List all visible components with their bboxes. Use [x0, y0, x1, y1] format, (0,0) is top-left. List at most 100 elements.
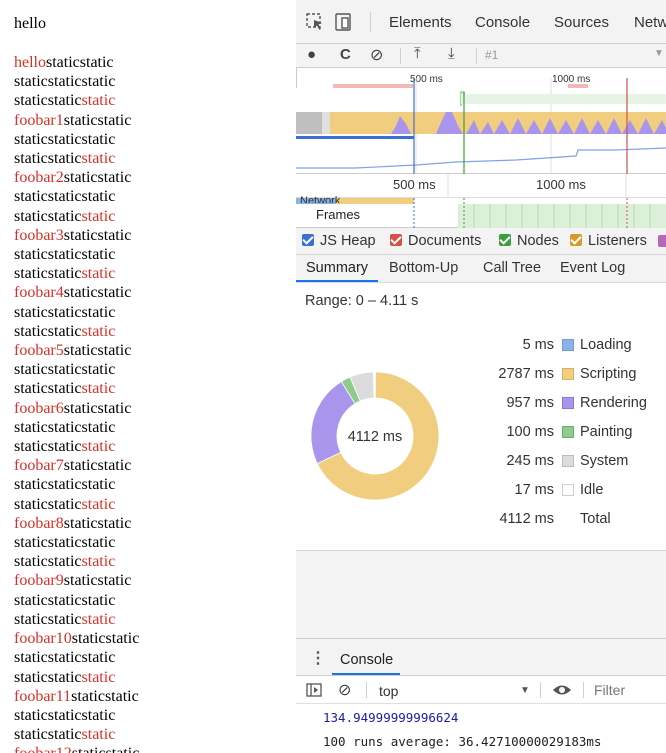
reload-icon[interactable]: C [340, 46, 351, 63]
donut-center-label: 4112 ms [348, 429, 403, 445]
static-text: staticstatic [63, 111, 132, 129]
page-line: staticstaticstatic [14, 437, 139, 456]
context-dropdown-icon[interactable]: ▼ [520, 685, 530, 696]
page-line: staticstaticstatic [14, 725, 139, 744]
legend-label: Idle [580, 482, 604, 498]
legend-duration: 957 ms [506, 395, 554, 411]
donut-slice-idle [372, 371, 376, 399]
red-text: foobar12 [14, 745, 72, 753]
active-tab-indicator [296, 280, 378, 282]
red-text: static [81, 380, 116, 398]
tab-event-log[interactable]: Event Log [560, 260, 625, 276]
legend-row: 957 ms Rendering [476, 395, 646, 415]
legend-duration: 245 ms [506, 453, 554, 469]
page-line: foobar8staticstatic [14, 514, 139, 533]
detail-ruler-ticks: 500 ms 1000 ms [393, 174, 627, 198]
timeline-overview[interactable]: 500 ms 1000 ms [296, 68, 666, 174]
static-text: staticstaticstatic [14, 73, 116, 91]
static-text: staticstatic [72, 745, 140, 753]
static-text: staticstatic [14, 207, 82, 225]
tab-console[interactable]: Console [475, 14, 530, 31]
legend-row: 245 ms System [476, 453, 646, 473]
red-text: static [81, 438, 116, 456]
red-text: foobar10 [14, 630, 72, 648]
static-text: staticstatic [14, 92, 82, 110]
legend-row: 17 ms Idle [476, 482, 646, 502]
red-text: foobar6 [14, 399, 64, 417]
static-text: staticstatic [14, 726, 82, 744]
track-network-label[interactable]: Network [300, 194, 340, 203]
legend-label: Loading [580, 337, 632, 353]
page-line: foobar5staticstatic [14, 341, 139, 360]
static-text: staticstatic [14, 265, 82, 283]
tab-call-tree[interactable]: Call Tree [483, 260, 541, 276]
toolbar-separator [400, 48, 401, 64]
drawer-tab-console[interactable]: Console [340, 652, 393, 668]
page-line: staticstaticstatic [14, 207, 139, 226]
page-line: foobar3staticstatic [14, 226, 139, 245]
page-line: staticstaticstatic [14, 475, 139, 494]
page-line: foobar1staticstatic [14, 111, 139, 130]
legend-row: 2787 ms Scripting [476, 366, 646, 386]
checkbox-js-heap[interactable]: JS Heap [302, 233, 376, 249]
show-sidebar-icon[interactable] [306, 683, 322, 697]
legend-swatch [562, 368, 574, 380]
overview-chart: 500 ms 1000 ms [296, 68, 666, 174]
track-frames-label[interactable]: Frames [316, 207, 360, 222]
page-line: staticstaticstatic [14, 91, 139, 110]
device-toolbar-icon[interactable] [334, 12, 354, 32]
checkbox-documents[interactable]: Documents [390, 233, 481, 249]
counter-checkboxes: JS Heap Documents Nodes Listeners [296, 228, 666, 255]
page-line: staticstaticstatic [14, 668, 139, 687]
tab-network[interactable]: Netw [634, 14, 666, 31]
red-text: foobar1 [14, 111, 64, 129]
static-text: staticstatic [14, 668, 82, 686]
context-selector[interactable]: top [379, 683, 398, 699]
legend-label: Painting [580, 424, 633, 440]
inspect-element-icon[interactable] [306, 13, 324, 31]
static-text: staticstatic [71, 630, 140, 648]
record-icon[interactable]: ● [307, 46, 316, 63]
drawer-menu-icon[interactable]: ⋮ [310, 648, 326, 668]
page-line: foobar2staticstatic [14, 168, 139, 187]
page-line: staticstaticstatic [14, 149, 139, 168]
details-tabs: Summary Bottom-Up Call Tree Event Log [296, 255, 666, 283]
static-text: staticstaticstatic [14, 246, 116, 264]
clear-console-icon[interactable]: ⊘ [338, 680, 351, 700]
static-text: staticstaticstatic [14, 188, 116, 206]
page-line: staticstaticstatic [14, 706, 139, 725]
red-text: foobar5 [14, 342, 64, 360]
page-line: staticstaticstatic [14, 610, 139, 629]
recording-dropdown-icon[interactable]: ▼ [654, 48, 664, 59]
recording-select[interactable]: #1 [485, 48, 498, 62]
checkbox-gpu-memory-icon[interactable] [658, 235, 666, 247]
red-text: foobar3 [14, 226, 64, 244]
upload-icon[interactable]: ⤒ [414, 45, 421, 62]
tab-elements[interactable]: Elements [389, 14, 452, 31]
checkbox-nodes[interactable]: Nodes [499, 233, 559, 249]
static-text: staticstaticstatic [14, 418, 116, 436]
details-empty-area [296, 550, 666, 638]
static-text: staticstatic [63, 399, 132, 417]
legend-duration: 100 ms [506, 424, 554, 440]
static-text: staticstatic [63, 169, 132, 187]
page-line: staticstaticstatic [14, 303, 139, 322]
red-text: static [81, 495, 116, 513]
tracks-area: Network Frames [296, 195, 666, 228]
console-filter-input[interactable] [592, 680, 666, 700]
activity-donut-chart: 4112 ms [310, 371, 440, 501]
checkbox-listeners[interactable]: Listeners [570, 233, 647, 249]
overview-tick-1000: 1000 ms [552, 74, 590, 85]
clear-icon[interactable]: ⊘ [370, 45, 383, 65]
red-text: static [81, 322, 116, 340]
checkbox-icon [570, 234, 582, 246]
red-text: static [81, 150, 116, 168]
tab-sources[interactable]: Sources [554, 14, 609, 31]
tab-bottom-up[interactable]: Bottom-Up [389, 260, 458, 276]
page-line: staticstaticstatic [14, 591, 139, 610]
live-expression-eye-icon[interactable] [552, 683, 572, 697]
tab-summary[interactable]: Summary [306, 260, 368, 276]
page-text-lines: hellostaticstatic staticstaticstatic stati… [14, 53, 139, 753]
red-text: foobar8 [14, 514, 64, 532]
download-icon[interactable]: ⤓ [448, 45, 455, 62]
